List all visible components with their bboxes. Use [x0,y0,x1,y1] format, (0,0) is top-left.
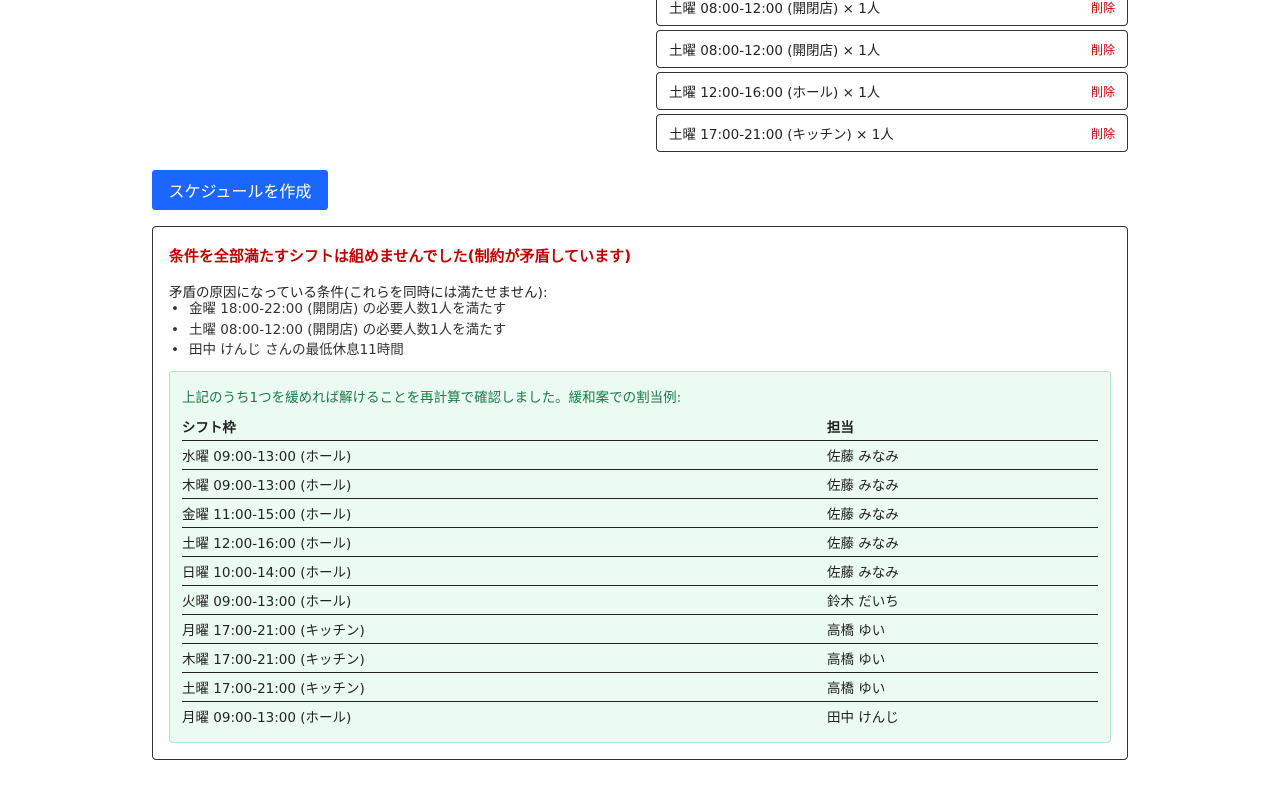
table-row: 土曜 12:00-16:00 (ホール) 佐藤 みなみ [182,527,1098,557]
table-header-row: シフト枠 担当 [182,412,1098,441]
create-schedule-button[interactable]: スケジュールを作成 [152,170,328,210]
table-row: 木曜 09:00-13:00 (ホール) 佐藤 みなみ [182,469,1098,499]
slot-cell: 木曜 17:00-21:00 (キッチン) [182,643,827,673]
table-row: 月曜 17:00-21:00 (キッチン) 高橋 ゆい [182,614,1098,644]
delete-link[interactable]: 削除 [1091,0,1115,16]
assignee-cell: 高橋 ゆい [827,672,1098,702]
shift-requirement-label: 土曜 08:00-12:00 (開閉店) × 1人 [669,43,881,59]
column-header-slot: シフト枠 [182,412,827,441]
conflict-list: 金曜 18:00-22:00 (開閉店) の必要人数1人を満たす 土曜 08:0… [169,299,506,361]
slot-cell: 水曜 09:00-13:00 (ホール) [182,440,827,470]
shift-requirement-label: 土曜 17:00-21:00 (キッチン) × 1人 [669,127,894,143]
column-header-assignee: 担当 [827,412,1098,441]
conflict-item: 土曜 08:00-12:00 (開閉店) の必要人数1人を満たす [169,320,506,341]
delete-link[interactable]: 削除 [1091,41,1115,58]
table-row: 火曜 09:00-13:00 (ホール) 鈴木 だいち [182,585,1098,615]
table-row: 日曜 10:00-14:00 (ホール) 佐藤 みなみ [182,556,1098,586]
table-row: 水曜 09:00-13:00 (ホール) 佐藤 みなみ [182,440,1098,470]
shift-requirement-list: 土曜 08:00-12:00 (開閉店) × 1人 削除 土曜 08:00-12… [656,0,1128,156]
assignee-cell: 鈴木 だいち [827,585,1098,615]
table-row: 金曜 11:00-15:00 (ホール) 佐藤 みなみ [182,498,1098,528]
assignee-cell: 佐藤 みなみ [827,440,1098,470]
conflict-item: 金曜 18:00-22:00 (開閉店) の必要人数1人を満たす [169,299,506,320]
shift-requirement-item: 土曜 08:00-12:00 (開閉店) × 1人 削除 [656,0,1128,26]
table-row: 土曜 17:00-21:00 (キッチン) 高橋 ゆい [182,672,1098,702]
conflict-item: 田中 けんじ さんの最低休息11時間 [169,340,506,361]
relaxation-note: 上記のうち1つを緩めれば解けることを再計算で確認しました。緩和案での割当例: [182,390,682,406]
shift-requirement-item: 土曜 08:00-12:00 (開閉店) × 1人 削除 [656,30,1128,68]
delete-link[interactable]: 削除 [1091,125,1115,142]
shift-requirement-label: 土曜 08:00-12:00 (開閉店) × 1人 [669,1,881,17]
slot-cell: 火曜 09:00-13:00 (ホール) [182,585,827,615]
slot-cell: 月曜 09:00-13:00 (ホール) [182,710,352,726]
slot-cell: 木曜 09:00-13:00 (ホール) [182,469,827,499]
assignment-table: シフト枠 担当 水曜 09:00-13:00 (ホール) 佐藤 みなみ 木曜 0… [182,412,1098,730]
assignee-cell: 佐藤 みなみ [827,527,1098,557]
table-row: 木曜 17:00-21:00 (キッチン) 高橋 ゆい [182,643,1098,673]
assignee-cell: 佐藤 みなみ [827,498,1098,528]
error-title: 条件を全部満たすシフトは組めませんでした(制約が矛盾しています) [169,247,632,265]
slot-cell: 日曜 10:00-14:00 (ホール) [182,556,827,586]
assignee-cell: 高橋 ゆい [827,614,1098,644]
shift-requirement-item: 土曜 17:00-21:00 (キッチン) × 1人 削除 [656,114,1128,152]
slot-cell: 金曜 11:00-15:00 (ホール) [182,498,827,528]
shift-requirement-item: 土曜 12:00-16:00 (ホール) × 1人 削除 [656,72,1128,110]
delete-link[interactable]: 削除 [1091,83,1115,100]
assignee-cell: 田中 けんじ [827,710,899,726]
table-row: 月曜 09:00-13:00 (ホール) 田中 けんじ [182,702,1098,731]
shift-requirement-label: 土曜 12:00-16:00 (ホール) × 1人 [669,85,881,101]
slot-cell: 月曜 17:00-21:00 (キッチン) [182,614,827,644]
conflict-intro: 矛盾の原因になっている条件(これらを同時には満たせません): [169,285,548,301]
assignee-cell: 佐藤 みなみ [827,469,1098,499]
slot-cell: 土曜 12:00-16:00 (ホール) [182,527,827,557]
assignee-cell: 高橋 ゆい [827,643,1098,673]
slot-cell: 土曜 17:00-21:00 (キッチン) [182,672,827,702]
assignee-cell: 佐藤 みなみ [827,556,1098,586]
infeasible-result-panel: 条件を全部満たすシフトは組めませんでした(制約が矛盾しています) 矛盾の原因にな… [152,226,1128,760]
relaxation-panel: 上記のうち1つを緩めれば解けることを再計算で確認しました。緩和案での割当例: シ… [169,371,1111,743]
